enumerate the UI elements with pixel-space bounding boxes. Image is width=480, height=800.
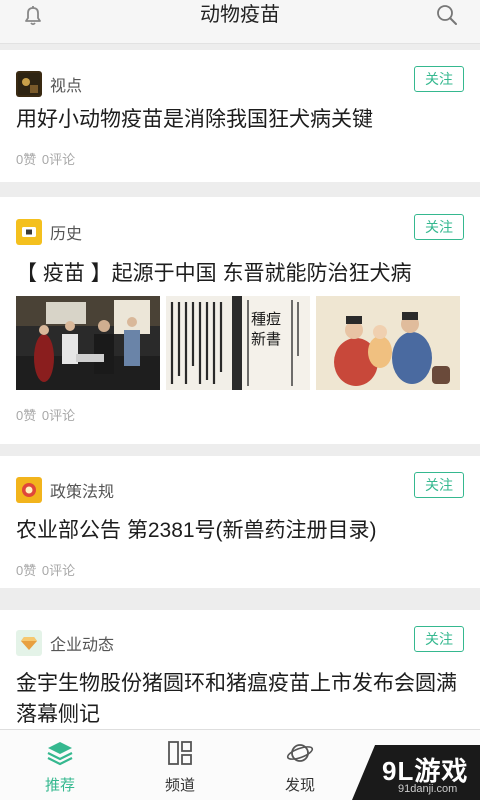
- channel-name: 企业动态: [50, 637, 115, 654]
- watermark-url: 91danji.com: [398, 783, 458, 795]
- channel-header[interactable]: 企业动态: [16, 629, 114, 657]
- article-title[interactable]: 农业部公告 第2381号(新兽药注册目录): [16, 515, 464, 546]
- tab-discover[interactable]: 发现: [260, 730, 340, 800]
- top-bar: 动物疫苗: [0, 0, 480, 44]
- follow-button[interactable]: 关注: [414, 626, 464, 652]
- ancient-book-image[interactable]: 種痘 新書: [166, 296, 310, 390]
- planet-icon: [286, 744, 314, 762]
- policy-channel-icon: [16, 477, 42, 503]
- channel-name: 政策法规: [50, 484, 115, 501]
- viewpoint-channel-icon: [16, 71, 42, 97]
- page-title: 动物疫苗: [200, 4, 280, 26]
- article-meta: 0赞 0评论: [16, 560, 75, 579]
- svg-text:種痘: 種痘: [251, 310, 281, 328]
- channel-header[interactable]: 政策法规: [16, 476, 114, 504]
- article-card[interactable]: 企业动态 关注 金宇生物股份猪圆环和猪瘟疫苗上市发布会圆满落幕侧记: [0, 610, 480, 729]
- article-meta: 0赞 0评论: [16, 405, 75, 424]
- tab-channels[interactable]: 频道: [140, 730, 220, 800]
- svg-text:新書: 新書: [251, 330, 281, 348]
- channel-header[interactable]: 视点: [16, 70, 82, 98]
- comment-count: 0评论: [41, 563, 76, 578]
- grid-icon: [168, 741, 192, 765]
- company-channel-icon: [16, 630, 42, 656]
- follow-button[interactable]: 关注: [414, 66, 464, 92]
- museum-scene-image[interactable]: [16, 296, 160, 390]
- tab-label: 推荐: [44, 777, 75, 794]
- tab-label: 发现: [284, 777, 315, 794]
- like-count: 0赞: [16, 152, 37, 167]
- article-title[interactable]: 【 疫苗 】起源于中国 东晋就能防治狂犬病: [16, 258, 464, 289]
- channel-header[interactable]: 历史: [16, 218, 82, 246]
- child-inoculation-painting[interactable]: [316, 296, 460, 390]
- like-count: 0赞: [16, 408, 37, 423]
- tab-label: 频道: [164, 777, 195, 794]
- article-title[interactable]: 用好小动物疫苗是消除我国狂犬病关键: [16, 104, 464, 135]
- article-meta: 0赞 0评论: [16, 149, 75, 168]
- channel-name: 历史: [50, 226, 83, 243]
- tab-recommend[interactable]: 推荐: [20, 730, 100, 800]
- like-count: 0赞: [16, 563, 37, 578]
- comment-count: 0评论: [41, 408, 76, 423]
- article-title[interactable]: 金宇生物股份猪圆环和猪瘟疫苗上市发布会圆满落幕侧记: [16, 668, 464, 730]
- follow-button[interactable]: 关注: [414, 472, 464, 498]
- channel-name: 视点: [50, 78, 83, 95]
- layers-icon: [47, 742, 73, 766]
- history-channel-icon: [16, 219, 42, 245]
- comment-count: 0评论: [41, 152, 76, 167]
- search-icon[interactable]: [434, 2, 460, 28]
- follow-button[interactable]: 关注: [414, 214, 464, 240]
- article-images[interactable]: 種痘 新書: [16, 296, 460, 390]
- article-card[interactable]: 视点 关注 用好小动物疫苗是消除我国狂犬病关键 0赞 0评论: [0, 50, 480, 182]
- article-card[interactable]: 政策法规 关注 农业部公告 第2381号(新兽药注册目录) 0赞 0评论: [0, 456, 480, 588]
